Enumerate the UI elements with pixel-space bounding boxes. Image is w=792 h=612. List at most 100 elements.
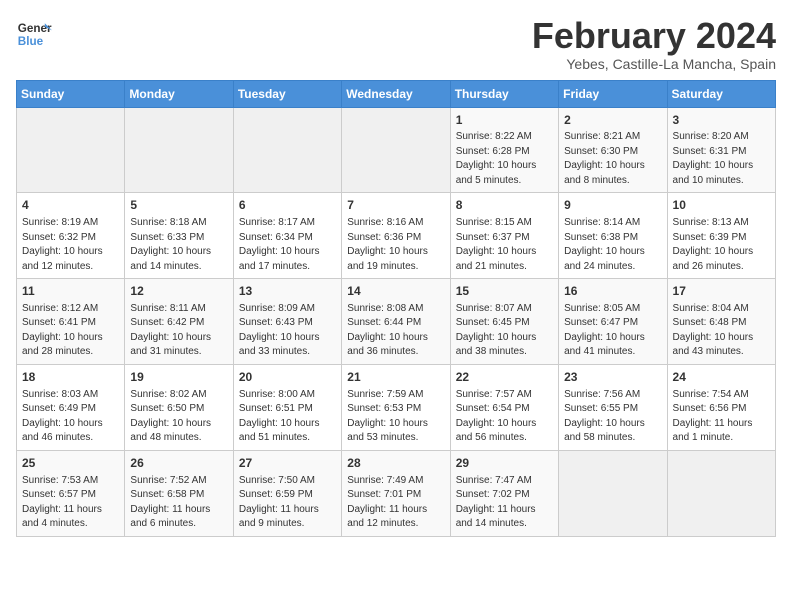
calendar-cell: 24 Sunrise: 7:54 AM Sunset: 6:56 PM Dayli… <box>667 364 775 450</box>
calendar-cell: 8 Sunrise: 8:15 AM Sunset: 6:37 PM Daylig… <box>450 193 558 279</box>
day-info: Sunrise: 8:20 AM Sunset: 6:31 PM Dayligh… <box>673 130 770 188</box>
day-info: Sunrise: 8:09 AM Sunset: 6:43 PM Dayligh… <box>239 302 336 360</box>
calendar-cell: 18Sunrise: 8:03 AM Sunset: 6:49 PM Dayli… <box>17 364 125 450</box>
calendar-cell <box>125 107 233 193</box>
page-header: General Blue February 2024 Yebes, Castil… <box>16 16 776 72</box>
weekday-header: Saturday <box>667 80 775 107</box>
weekday-header: Friday <box>559 80 667 107</box>
day-info: Sunrise: 8:16 AM Sunset: 6:36 PM Dayligh… <box>347 216 444 274</box>
day-info: Sunrise: 8:03 AM Sunset: 6:49 PM Dayligh… <box>22 388 119 446</box>
logo: General Blue <box>16 16 52 52</box>
calendar-cell: 14 Sunrise: 8:08 AM Sunset: 6:44 PM Dayli… <box>342 279 450 365</box>
day-info: Sunrise: 8:00 AM Sunset: 6:51 PM Dayligh… <box>239 388 336 446</box>
weekday-header: Wednesday <box>342 80 450 107</box>
day-info: Sunrise: 7:52 AM Sunset: 6:58 PM Dayligh… <box>130 474 227 532</box>
day-number: 25 <box>22 455 119 472</box>
weekday-header: Thursday <box>450 80 558 107</box>
calendar-week-row: 25 Sunrise: 7:53 AM Sunset: 6:57 PM Dayli… <box>17 450 776 536</box>
day-info: Sunrise: 8:19 AM Sunset: 6:32 PM Dayligh… <box>22 216 119 274</box>
day-info: Sunrise: 8:17 AM Sunset: 6:34 PM Dayligh… <box>239 216 336 274</box>
day-info: Sunrise: 7:53 AM Sunset: 6:57 PM Dayligh… <box>22 474 119 532</box>
weekday-header: Sunday <box>17 80 125 107</box>
title-area: February 2024 Yebes, Castille-La Mancha,… <box>532 16 776 72</box>
day-number: 5 <box>130 197 227 214</box>
day-number: 27 <box>239 455 336 472</box>
day-info: Sunrise: 8:04 AM Sunset: 6:48 PM Dayligh… <box>673 302 770 360</box>
weekday-header: Monday <box>125 80 233 107</box>
calendar-cell: 29 Sunrise: 7:47 AM Sunset: 7:02 PM Dayli… <box>450 450 558 536</box>
calendar-cell: 6 Sunrise: 8:17 AM Sunset: 6:34 PM Daylig… <box>233 193 341 279</box>
calendar-cell: 23Sunrise: 7:56 AM Sunset: 6:55 PM Dayli… <box>559 364 667 450</box>
day-info: Sunrise: 7:54 AM Sunset: 6:56 PM Dayligh… <box>673 388 770 446</box>
calendar-cell: 13 Sunrise: 8:09 AM Sunset: 6:43 PM Dayli… <box>233 279 341 365</box>
day-number: 19 <box>130 369 227 386</box>
day-number: 14 <box>347 283 444 300</box>
day-number: 29 <box>456 455 553 472</box>
calendar-cell <box>667 450 775 536</box>
calendar-cell: 15 Sunrise: 8:07 AM Sunset: 6:45 PM Dayli… <box>450 279 558 365</box>
calendar-cell <box>342 107 450 193</box>
day-info: Sunrise: 8:18 AM Sunset: 6:33 PM Dayligh… <box>130 216 227 274</box>
calendar-cell <box>559 450 667 536</box>
calendar-cell: 22Sunrise: 7:57 AM Sunset: 6:54 PM Dayli… <box>450 364 558 450</box>
calendar-cell: 4 Sunrise: 8:19 AM Sunset: 6:32 PM Daylig… <box>17 193 125 279</box>
day-info: Sunrise: 7:47 AM Sunset: 7:02 PM Dayligh… <box>456 474 553 532</box>
day-info: Sunrise: 7:57 AM Sunset: 6:54 PM Dayligh… <box>456 388 553 446</box>
day-info: Sunrise: 7:50 AM Sunset: 6:59 PM Dayligh… <box>239 474 336 532</box>
calendar-cell: 19 Sunrise: 8:02 AM Sunset: 6:50 PM Dayli… <box>125 364 233 450</box>
svg-text:Blue: Blue <box>18 35 44 48</box>
day-number: 23 <box>564 369 661 386</box>
calendar-cell: 21Sunrise: 7:59 AM Sunset: 6:53 PM Dayli… <box>342 364 450 450</box>
calendar-cell: 5 Sunrise: 8:18 AM Sunset: 6:33 PM Daylig… <box>125 193 233 279</box>
day-number: 12 <box>130 283 227 300</box>
calendar-cell: 10 Sunrise: 8:13 AM Sunset: 6:39 PM Dayli… <box>667 193 775 279</box>
day-info: Sunrise: 8:02 AM Sunset: 6:50 PM Dayligh… <box>130 388 227 446</box>
day-number: 8 <box>456 197 553 214</box>
day-number: 3 <box>673 112 770 129</box>
day-number: 4 <box>22 197 119 214</box>
day-number: 16 <box>564 283 661 300</box>
calendar-cell: 20 Sunrise: 8:00 AM Sunset: 6:51 PM Dayli… <box>233 364 341 450</box>
calendar-cell: 25 Sunrise: 7:53 AM Sunset: 6:57 PM Dayli… <box>17 450 125 536</box>
day-number: 11 <box>22 283 119 300</box>
calendar-cell: 26 Sunrise: 7:52 AM Sunset: 6:58 PM Dayli… <box>125 450 233 536</box>
day-number: 24 <box>673 369 770 386</box>
calendar-week-row: 4 Sunrise: 8:19 AM Sunset: 6:32 PM Daylig… <box>17 193 776 279</box>
calendar-cell: 17Sunrise: 8:04 AM Sunset: 6:48 PM Dayli… <box>667 279 775 365</box>
calendar-cell: 9Sunrise: 8:14 AM Sunset: 6:38 PM Daylig… <box>559 193 667 279</box>
day-info: Sunrise: 8:13 AM Sunset: 6:39 PM Dayligh… <box>673 216 770 274</box>
day-number: 28 <box>347 455 444 472</box>
day-number: 10 <box>673 197 770 214</box>
svg-text:General: General <box>18 22 52 35</box>
day-number: 6 <box>239 197 336 214</box>
calendar-cell: 12 Sunrise: 8:11 AM Sunset: 6:42 PM Dayli… <box>125 279 233 365</box>
location: Yebes, Castille-La Mancha, Spain <box>532 56 776 72</box>
calendar-cell <box>233 107 341 193</box>
day-info: Sunrise: 8:11 AM Sunset: 6:42 PM Dayligh… <box>130 302 227 360</box>
day-number: 1 <box>456 112 553 129</box>
day-number: 13 <box>239 283 336 300</box>
calendar-cell: 11 Sunrise: 8:12 AM Sunset: 6:41 PM Dayli… <box>17 279 125 365</box>
calendar-cell: 28Sunrise: 7:49 AM Sunset: 7:01 PM Dayli… <box>342 450 450 536</box>
calendar-cell: 2Sunrise: 8:21 AM Sunset: 6:30 PM Daylig… <box>559 107 667 193</box>
calendar-cell <box>17 107 125 193</box>
calendar-week-row: 1Sunrise: 8:22 AM Sunset: 6:28 PM Daylig… <box>17 107 776 193</box>
day-info: Sunrise: 8:05 AM Sunset: 6:47 PM Dayligh… <box>564 302 661 360</box>
day-info: Sunrise: 8:21 AM Sunset: 6:30 PM Dayligh… <box>564 130 661 188</box>
day-number: 20 <box>239 369 336 386</box>
logo-icon: General Blue <box>16 16 52 52</box>
day-number: 9 <box>564 197 661 214</box>
calendar-cell: 7 Sunrise: 8:16 AM Sunset: 6:36 PM Daylig… <box>342 193 450 279</box>
day-number: 15 <box>456 283 553 300</box>
day-number: 7 <box>347 197 444 214</box>
day-number: 2 <box>564 112 661 129</box>
day-number: 26 <box>130 455 227 472</box>
weekday-header-row: SundayMondayTuesdayWednesdayThursdayFrid… <box>17 80 776 107</box>
day-info: Sunrise: 8:07 AM Sunset: 6:45 PM Dayligh… <box>456 302 553 360</box>
day-info: Sunrise: 8:08 AM Sunset: 6:44 PM Dayligh… <box>347 302 444 360</box>
calendar-week-row: 11 Sunrise: 8:12 AM Sunset: 6:41 PM Dayli… <box>17 279 776 365</box>
day-info: Sunrise: 8:12 AM Sunset: 6:41 PM Dayligh… <box>22 302 119 360</box>
day-info: Sunrise: 8:22 AM Sunset: 6:28 PM Dayligh… <box>456 130 553 188</box>
weekday-header: Tuesday <box>233 80 341 107</box>
day-info: Sunrise: 8:15 AM Sunset: 6:37 PM Dayligh… <box>456 216 553 274</box>
